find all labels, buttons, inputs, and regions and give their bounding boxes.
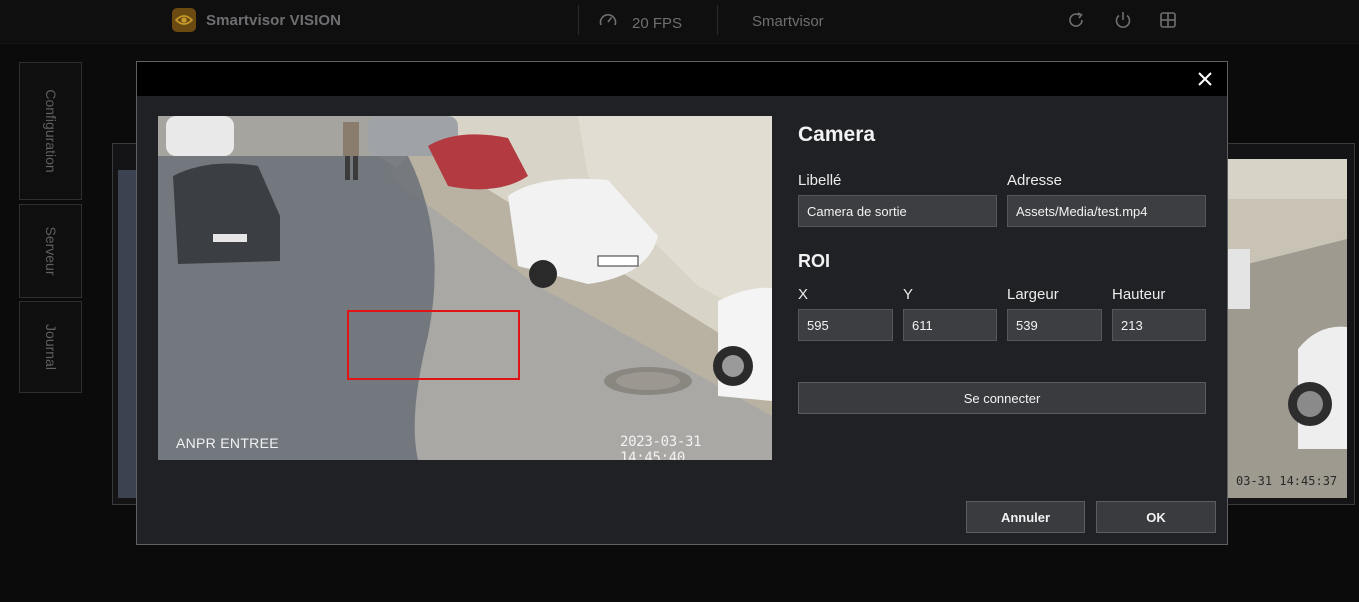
refresh-icon[interactable] (1066, 10, 1086, 30)
libelle-label: Libellé (798, 172, 842, 189)
dialog-header (137, 62, 1227, 96)
roi-largeur-input[interactable] (1007, 309, 1102, 341)
roi-largeur-label: Largeur (1007, 286, 1059, 303)
ok-button[interactable]: OK (1096, 501, 1216, 533)
cancel-button[interactable]: Annuler (966, 501, 1085, 533)
sidebar-item-configuration[interactable]: Configuration (19, 62, 82, 200)
adresse-label: Adresse (1007, 172, 1063, 189)
camera-settings-dialog: ANPR ENTREE 2023-03-31 14:45:40 Camera L… (136, 61, 1228, 545)
speedometer-icon (598, 11, 618, 35)
divider (578, 5, 579, 35)
roi-y-label: Y (903, 286, 914, 303)
top-bar: Smartvisor VISION 20 FPS Smartvisor (0, 0, 1359, 44)
roi-x-input[interactable] (798, 309, 893, 341)
fps-value: 20 FPS (632, 14, 683, 32)
camera-timestamp: 2023-03-31 14:45:40 (620, 434, 702, 460)
divider (717, 5, 718, 35)
brand: Smartvisor VISION (172, 8, 341, 32)
roi-hauteur-input[interactable] (1112, 309, 1206, 341)
sidebar-item-label: Serveur (42, 226, 59, 276)
camera-label: ANPR ENTREE (176, 435, 279, 451)
sidebar-item-label: Journal (42, 324, 59, 370)
brand-name: Smartvisor VISION (206, 11, 342, 29)
camera-feed-thumbnail[interactable] (1228, 159, 1347, 498)
roi-section-title: ROI (798, 251, 831, 271)
camera-section-title: Camera (798, 123, 876, 146)
roi-hauteur-label: Hauteur (1112, 286, 1166, 303)
libelle-input[interactable] (798, 195, 997, 227)
connect-button[interactable]: Se connecter (798, 382, 1206, 414)
close-icon[interactable] (1195, 69, 1215, 89)
camera-timestamp: 03-31 14:45:37 (1236, 474, 1338, 488)
fps-indicator: 20 FPS (598, 11, 682, 35)
eye-logo-icon (172, 8, 196, 32)
roi-rectangle[interactable] (347, 310, 520, 380)
adresse-input[interactable] (1007, 195, 1206, 227)
app-name: Smartvisor (752, 13, 824, 30)
camera-preview[interactable]: ANPR ENTREE 2023-03-31 14:45:40 (158, 116, 772, 460)
roi-x-label: X (798, 286, 809, 303)
camera-feed-thumbnail (118, 170, 138, 498)
power-icon[interactable] (1113, 10, 1133, 30)
roi-y-input[interactable] (903, 309, 997, 341)
sidebar-item-label: Configuration (42, 89, 59, 173)
sidebar-item-journal[interactable]: Journal (19, 301, 82, 393)
sidebar-item-serveur[interactable]: Serveur (19, 204, 82, 298)
grid-icon[interactable] (1158, 10, 1178, 30)
